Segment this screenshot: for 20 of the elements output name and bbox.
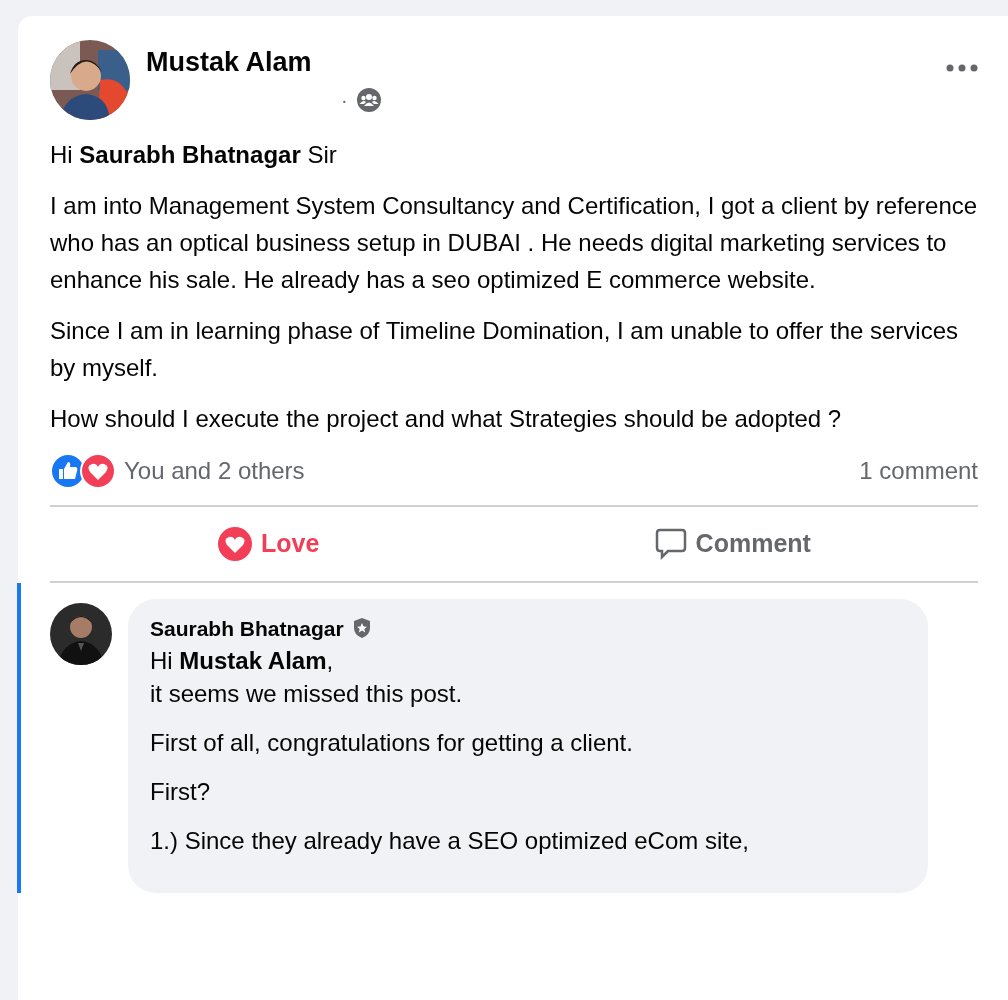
comment-button[interactable]: Comment — [486, 507, 978, 581]
reaction-summary[interactable]: You and 2 others — [124, 453, 860, 489]
separator-dot: · — [341, 87, 348, 113]
post-text: How should I execute the project and what Strategies should be adopted ? — [50, 404, 843, 434]
commenter-name[interactable]: Saurabh Bhatnagar — [150, 612, 344, 644]
comment-text: Hi Mustak Alam, it seems we missed this post. — [150, 646, 464, 709]
comment-count[interactable]: 1 comment — [859, 453, 978, 489]
love-reaction-icon — [80, 453, 116, 489]
love-button[interactable]: Love — [50, 507, 487, 581]
comment-text: First? — [150, 777, 211, 807]
comment-text: 1.) Since they already have a SEO optimized eCom site, — [150, 826, 750, 856]
comment-text: First of all, congratulations for getting a client. — [150, 728, 634, 758]
more-options-icon[interactable] — [946, 64, 978, 72]
post-text: Hi Saurabh Bhatnagar Sir — [50, 140, 338, 170]
post-text: I am into Management System Consultancy and Certification, I got a client by reference who has an optical business setup in DUBAI . He needs digital marketing services to enhance his sale. He already has a seo optimized E commerce website. — [50, 191, 978, 295]
shield-star-icon — [351, 617, 372, 640]
speech-bubble-icon — [653, 526, 688, 561]
group-icon[interactable] — [355, 86, 382, 113]
author-name[interactable]: Mustak Alam — [146, 42, 946, 83]
post-text: Since I am in learning phase of Timeline Domination, I am unable to offer the services by myself. — [50, 316, 960, 383]
